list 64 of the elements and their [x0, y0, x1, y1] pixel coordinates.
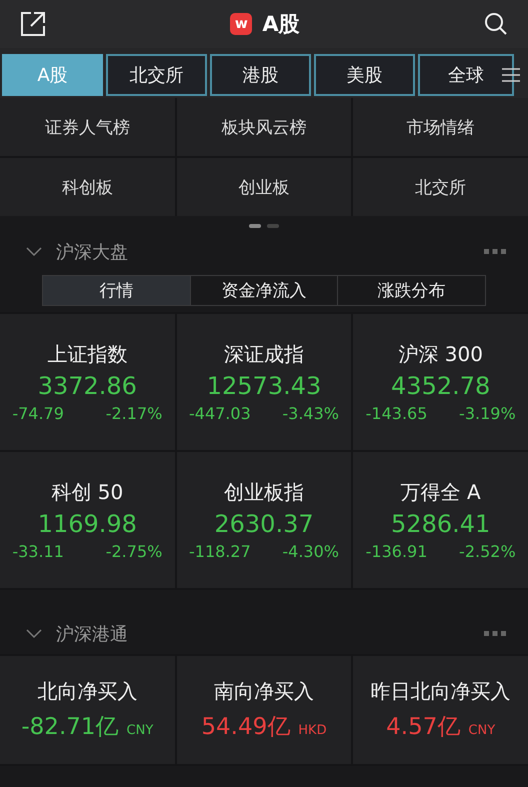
flow-card[interactable]: 北向净买入 -82.71亿 CNY [0, 656, 175, 764]
shortcut-button[interactable]: 证券人气榜 [0, 98, 175, 156]
search-icon[interactable] [484, 12, 508, 36]
market-tab[interactable]: 美股 [314, 54, 415, 96]
index-change: -447.03 [188, 404, 251, 423]
page-title: A股 [262, 11, 300, 38]
index-name: 上证指数 [47, 341, 128, 368]
flow-card[interactable]: 南向净买入 54.49亿 HKD [176, 656, 352, 764]
index-price: 4352.78 [391, 372, 490, 400]
chevron-icon[interactable] [26, 247, 42, 257]
flow-amount: -82.71亿 [21, 713, 119, 742]
shortcut-button[interactable]: 科创板 [0, 158, 175, 216]
flow-name: 昨日北向净买入 [370, 678, 511, 705]
index-price: 3372.86 [38, 372, 137, 400]
index-price: 1169.98 [38, 510, 137, 538]
shortcut-button[interactable]: 创业板 [176, 158, 352, 216]
flow-card[interactable]: 昨日北向净买入 4.57亿 CNY [353, 656, 528, 764]
index-name: 万得全 A [400, 479, 481, 506]
index-price: 5286.41 [391, 510, 490, 538]
index-percent: -3.43% [282, 404, 339, 423]
flow-name: 南向净买入 [214, 678, 314, 705]
app-logo: w [230, 13, 252, 35]
share-icon[interactable] [20, 11, 46, 37]
more-icon[interactable] [484, 631, 506, 637]
flow-name: 北向净买入 [37, 678, 138, 705]
market-tab[interactable]: 港股 [210, 54, 311, 96]
index-percent: -2.75% [106, 542, 162, 561]
section-title: 沪深港通 [56, 623, 128, 646]
index-name: 科创 50 [51, 479, 124, 506]
index-change: -33.11 [12, 542, 64, 561]
chevron-icon[interactable] [26, 629, 42, 639]
index-change: -118.27 [188, 542, 251, 561]
index-card[interactable]: 上证指数 3372.86 -74.79 -2.17% [0, 314, 175, 450]
index-percent: -3.19% [459, 404, 516, 423]
more-icon[interactable] [484, 249, 506, 255]
index-card[interactable]: 科创 50 1169.98 -33.11 -2.75% [0, 452, 175, 588]
segment-tab[interactable]: 行情 [43, 276, 191, 305]
index-change: -136.91 [366, 542, 428, 561]
shortcut-button[interactable]: 市场情绪 [353, 98, 528, 156]
market-tab[interactable]: 全球 [418, 54, 514, 96]
index-name: 创业板指 [224, 479, 304, 506]
currency-label: CNY [468, 723, 496, 738]
index-card[interactable]: 万得全 A 5286.41 -136.91 -2.52% [353, 452, 528, 588]
index-change: -143.65 [366, 404, 428, 423]
flow-amount: 54.49亿 [201, 713, 290, 742]
currency-label: HKD [298, 723, 327, 738]
index-percent: -2.17% [106, 404, 162, 423]
index-card[interactable]: 深证成指 12573.43 -447.03 -3.43% [176, 314, 352, 450]
index-percent: -4.30% [282, 542, 339, 561]
index-name: 深证成指 [224, 341, 304, 368]
shortcut-button[interactable]: 板块风云榜 [176, 98, 352, 156]
shortcut-button[interactable]: 北交所 [353, 158, 528, 216]
index-name: 沪深 300 [398, 341, 483, 368]
menu-icon[interactable] [502, 68, 520, 82]
index-price: 12573.43 [206, 372, 322, 400]
index-card[interactable]: 创业板指 2630.37 -118.27 -4.30% [176, 452, 352, 588]
index-card[interactable]: 沪深 300 4352.78 -143.65 -3.19% [353, 314, 528, 450]
market-tab[interactable]: 北交所 [106, 54, 207, 96]
section-title: 沪深大盘 [56, 241, 128, 264]
flow-amount: 4.57亿 [386, 713, 460, 742]
currency-label: CNY [126, 723, 154, 738]
index-percent: -2.52% [459, 542, 516, 561]
index-change: -74.79 [12, 404, 64, 423]
index-price: 2630.37 [214, 510, 314, 538]
